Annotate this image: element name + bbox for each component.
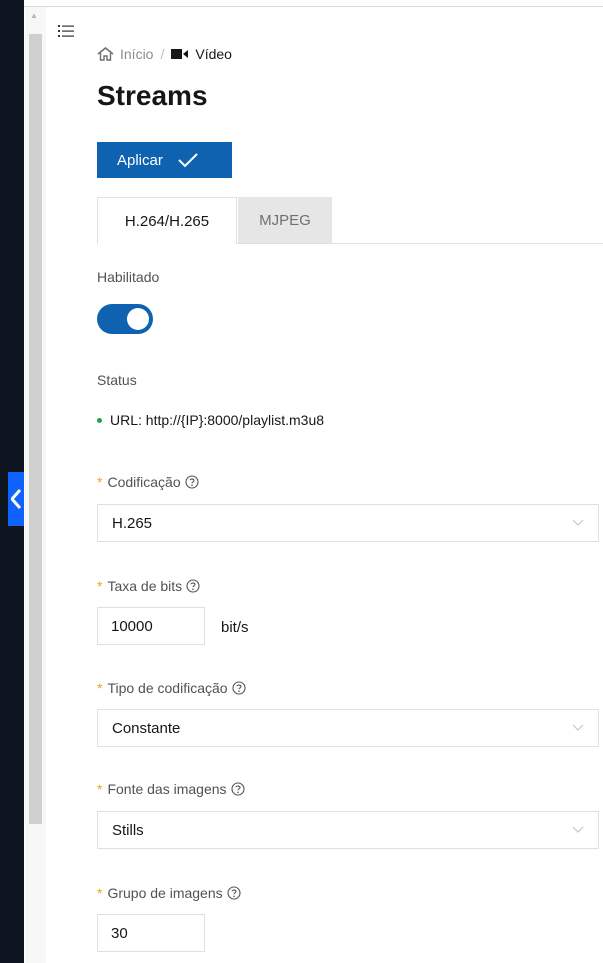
breadcrumb-current: Vídeo: [171, 46, 232, 62]
bitrate-label-text: Taxa de bits: [107, 578, 183, 594]
image-source-label-text: Fonte das imagens: [107, 781, 227, 797]
scrollbar-thumb[interactable]: [29, 34, 42, 824]
scroll-up-arrow-icon[interactable]: ▲: [30, 12, 38, 20]
checkmark-icon: [178, 153, 198, 168]
breadcrumb: Início / Vídeo: [97, 46, 232, 62]
help-icon[interactable]: [186, 579, 200, 596]
home-icon: [97, 47, 114, 61]
encoding-type-label: * Tipo de codificação: [97, 680, 246, 698]
image-source-select[interactable]: Stills: [97, 811, 599, 849]
bitrate-label: * Taxa de bits: [97, 578, 200, 596]
status-ok-dot: [97, 417, 102, 423]
help-icon[interactable]: [227, 886, 241, 903]
breadcrumb-separator: /: [160, 46, 165, 62]
encoding-select-value: H.265: [112, 514, 153, 532]
encoding-type-select[interactable]: Constante: [97, 709, 599, 747]
sidebar-toggle-button[interactable]: [8, 472, 24, 526]
encoding-label-text: Codificação: [107, 474, 181, 490]
encoding-select[interactable]: H.265: [97, 504, 599, 542]
bitrate-input[interactable]: [97, 607, 205, 645]
help-icon[interactable]: [185, 475, 199, 492]
tab-h264-h265[interactable]: H.264/H.265: [97, 197, 237, 244]
video-camera-icon: [171, 49, 189, 59]
breadcrumb-current-label: Vídeo: [195, 46, 232, 62]
bitrate-unit: bit/s: [221, 619, 249, 636]
enabled-label: Habilitado: [97, 269, 160, 285]
toggle-knob: [127, 308, 149, 330]
help-icon[interactable]: [232, 681, 246, 698]
gop-label: * Grupo de imagens: [97, 885, 241, 903]
tab-mjpeg[interactable]: MJPEG: [238, 197, 332, 243]
header-divider: [24, 6, 603, 7]
required-asterisk: *: [97, 781, 103, 797]
gop-label-text: Grupo de imagens: [107, 885, 223, 901]
codec-tabs: H.264/H.265 MJPEG: [97, 197, 603, 244]
chevron-down-icon: [572, 519, 584, 526]
required-asterisk: *: [97, 474, 103, 490]
status-url-text: URL: http://{IP}:8000/playlist.m3u8: [110, 412, 325, 428]
menu-list-icon[interactable]: [58, 24, 74, 43]
scrollbar[interactable]: ▲: [25, 6, 46, 963]
chevron-down-icon: [572, 724, 584, 731]
required-asterisk: *: [97, 885, 103, 901]
image-source-select-value: Stills: [112, 821, 144, 839]
chevron-left-icon: [11, 489, 21, 509]
encoding-type-select-value: Constante: [112, 719, 181, 737]
help-icon[interactable]: [230, 782, 245, 799]
apply-button[interactable]: Aplicar: [97, 142, 232, 178]
chevron-down-icon: [572, 826, 584, 833]
enabled-toggle[interactable]: [97, 304, 153, 334]
status-url: URL: http://{IP}:8000/playlist.m3u8: [97, 412, 324, 428]
gop-input[interactable]: [97, 914, 205, 952]
page-title: Streams: [97, 80, 208, 111]
apply-button-label: Aplicar: [117, 151, 163, 169]
encoding-label: * Codificação: [97, 474, 199, 492]
tabs-divider: [237, 243, 603, 244]
breadcrumb-home-label: Início: [120, 46, 154, 62]
breadcrumb-home-link[interactable]: Início: [97, 46, 153, 62]
required-asterisk: *: [97, 578, 103, 594]
image-source-label: * Fonte das imagens: [97, 781, 245, 799]
encoding-type-label-text: Tipo de codificação: [107, 680, 228, 696]
required-asterisk: *: [97, 680, 103, 696]
status-label: Status: [97, 372, 137, 388]
